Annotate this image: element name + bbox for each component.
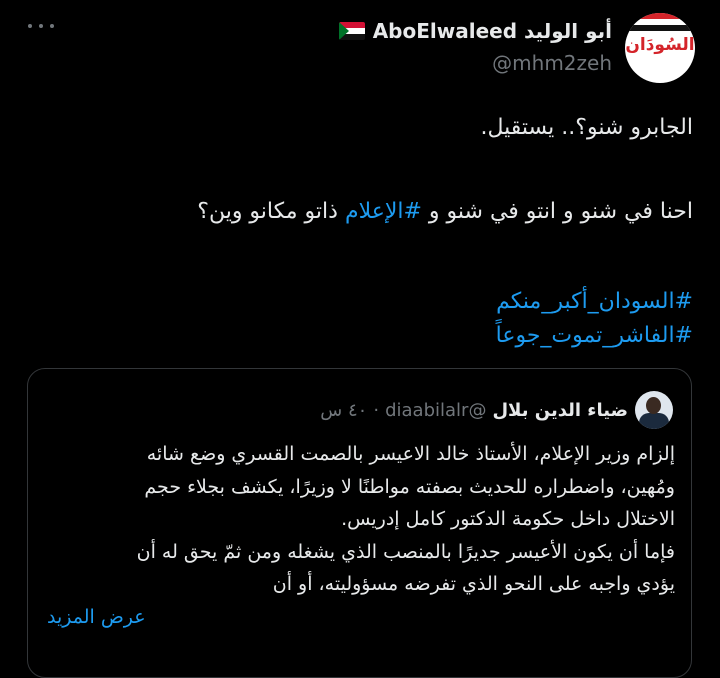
avatar-logo-text: السُودَان — [625, 35, 695, 55]
more-dot — [28, 24, 32, 28]
tweet-header: AboElwaleed أبو الوليد — [338, 18, 612, 44]
more-options-icon[interactable] — [28, 18, 54, 34]
tweet-text-segment: احنا في شنو و انتو في شنو و — [421, 199, 693, 224]
avatar-face — [646, 397, 661, 414]
more-dot — [50, 24, 54, 28]
avatar[interactable]: السُودَان — [625, 13, 695, 83]
hashtag-link[interactable]: #الإعلام — [345, 199, 422, 224]
quote-line: إلزام وزير الإعلام، الأستاذ خالد الاعيسر… — [146, 443, 675, 465]
user-handle[interactable]: @mhm2zeh — [492, 51, 612, 75]
quote-header: ضياء الدين بلال @diaabilalr · ٤٠ س — [320, 397, 628, 423]
quote-timestamp[interactable]: ٤٠ س — [320, 400, 367, 421]
quote-line: فإما أن يكون الأعيسر جديرًا بالمنصب الذي… — [136, 540, 675, 563]
tweet-text-segment: ذاتو مكانو وين؟ — [197, 199, 345, 224]
quote-line: ومُهين، واضطراره للحديث بصفته مواطنًا لا… — [144, 475, 675, 498]
quote-line: الاختلال داخل حكومة الدكتور كامل إدريس. — [341, 508, 675, 530]
quote-avatar[interactable] — [635, 391, 673, 429]
tweet-line: احنا في شنو و انتو في شنو و #الإعلام ذات… — [33, 197, 693, 227]
hashtag-link[interactable]: #السودان_أكبر_منكم — [33, 287, 693, 317]
separator-dot: · — [373, 399, 380, 421]
sudan-flag-icon — [338, 22, 365, 40]
quote-display-name[interactable]: ضياء الدين بلال — [492, 400, 628, 421]
quote-text: إلزام وزير الإعلام، الأستاذ خالد الاعيسر… — [35, 438, 675, 601]
show-more-link[interactable]: عرض المزيد — [47, 606, 146, 628]
tweet-text: الجابرو شنو؟.. يستقيل. احنا في شنو و انت… — [33, 113, 693, 351]
avatar-stripe-black — [625, 25, 695, 31]
hashtag-link[interactable]: #الفاشر_تموت_جوعاً — [33, 321, 693, 351]
display-name[interactable]: AboElwaleed أبو الوليد — [373, 19, 612, 43]
quote-handle[interactable]: @diaabilalr — [385, 400, 486, 421]
avatar-shoulders — [639, 413, 669, 429]
more-dot — [39, 24, 43, 28]
tweet-line: الجابرو شنو؟.. يستقيل. — [480, 115, 693, 140]
quote-line: يؤدي واجبه على النحو الذي تفرضه مسؤوليته… — [272, 573, 675, 595]
